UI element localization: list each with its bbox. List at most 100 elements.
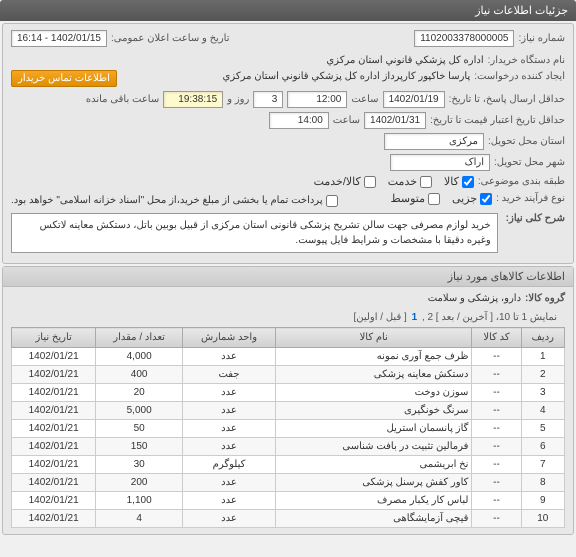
cell-name: گاز پانسمان استریل [276, 420, 472, 438]
cell-name: فرمالین تثبیت در بافت شناسی [276, 438, 472, 456]
cell-unit: عدد [182, 474, 275, 492]
cell-qty: 50 [96, 420, 183, 438]
buyer-org-value: اداره کل پزشکي قانوني استان مرکزي [326, 55, 483, 66]
cell-num: 7 [521, 456, 564, 474]
cell-date: 1402/01/21 [12, 420, 96, 438]
items-panel: اطلاعات کالاهای مورد نیاز گروه کالا: دار… [2, 266, 574, 535]
table-row: 6--فرمالین تثبیت در بافت شناسیعدد1501402… [12, 438, 565, 456]
announce-datetime-field: 1402/01/15 - 16:14 [11, 30, 107, 47]
need-number-field: 1102003378000005 [414, 30, 514, 47]
cell-num: 6 [521, 438, 564, 456]
purchase-type-label: نوع فرآیند خرید : [496, 193, 565, 204]
goods-service-label: کالا/خدمت [314, 175, 361, 188]
validity-label: حداقل تاریخ اعتبار قیمت تا تاریخ: [430, 115, 565, 126]
goods-checkbox[interactable] [462, 176, 474, 188]
summary-label: شرح کلی نیاز: [506, 213, 565, 224]
table-row: 1--ظرف جمع آوری نمونهعدد4,0001402/01/21 [12, 348, 565, 366]
validity-time-field: 14:00 [269, 112, 329, 129]
th-unit: واحد شمارش [182, 328, 275, 348]
city-field: اراک [390, 154, 490, 171]
cell-name: لباس کار یکبار مصرف [276, 492, 472, 510]
cell-code: -- [472, 474, 521, 492]
cell-num: 3 [521, 384, 564, 402]
table-row: 3--سوزن دوختعدد201402/01/21 [12, 384, 565, 402]
cell-date: 1402/01/21 [12, 456, 96, 474]
table-row: 4--سرنگ خونگیریعدد5,0001402/01/21 [12, 402, 565, 420]
cell-name: سرنگ خونگیری [276, 402, 472, 420]
partial-label: جزیی [452, 192, 477, 205]
cell-num: 10 [521, 510, 564, 528]
payment-note: پرداخت تمام یا بخشی از مبلغ خرید،از محل … [11, 195, 323, 206]
cell-unit: عدد [182, 348, 275, 366]
cell-num: 4 [521, 402, 564, 420]
cell-qty: 4,000 [96, 348, 183, 366]
cell-qty: 400 [96, 366, 183, 384]
cell-qty: 150 [96, 438, 183, 456]
table-row: 9--لباس کار یکبار مصرفعدد1,1001402/01/21 [12, 492, 565, 510]
contact-button[interactable]: اطلاعات تماس خریدار [11, 70, 117, 87]
validity-date-field: 1402/01/31 [364, 112, 426, 129]
th-row: ردیف [521, 328, 564, 348]
cell-num: 2 [521, 366, 564, 384]
payment-note-checkbox[interactable] [326, 195, 338, 207]
cell-qty: 30 [96, 456, 183, 474]
province-label: استان محل تحویل: [488, 136, 565, 147]
cell-qty: 20 [96, 384, 183, 402]
days-value-field: 3 [253, 91, 283, 108]
validity-time-label: ساعت [333, 115, 360, 126]
summary-box: خرید لوازم مصرفی جهت سالن تشریح پزشکی قا… [11, 213, 498, 253]
cell-name: نخ ابریشمی [276, 456, 472, 474]
cell-name: ظرف جمع آوری نمونه [276, 348, 472, 366]
cell-unit: عدد [182, 402, 275, 420]
remaining-time-field: 19:38:15 [163, 91, 223, 108]
cell-unit: جفت [182, 366, 275, 384]
cell-name: کاور کفش پرسنل پزشکی [276, 474, 472, 492]
deadline-label: حداقل ارسال پاسخ، تا تاریخ: [449, 94, 565, 105]
medium-checkbox[interactable] [428, 193, 440, 205]
cell-code: -- [472, 402, 521, 420]
cell-date: 1402/01/21 [12, 384, 96, 402]
cell-date: 1402/01/21 [12, 438, 96, 456]
th-qty: تعداد / مقدار [96, 328, 183, 348]
cell-name: قیچی آزمایشگاهی [276, 510, 472, 528]
partial-checkbox[interactable] [480, 193, 492, 205]
announce-datetime-label: تاریخ و ساعت اعلان عمومی: [111, 33, 230, 44]
cell-code: -- [472, 366, 521, 384]
th-name: نام کالا [276, 328, 472, 348]
table-row: 2--دستکش معاینه پزشکیجفت4001402/01/21 [12, 366, 565, 384]
pagination: نمایش 1 تا 10، [ آخرین / بعد ] 2 , 1 [ ق… [11, 308, 565, 327]
group-value: دارو، پزشکی و سلامت [428, 293, 521, 304]
cell-unit: عدد [182, 492, 275, 510]
cell-code: -- [472, 384, 521, 402]
cell-num: 8 [521, 474, 564, 492]
request-creator-value: پارسا خاکپور کارپرداز اداره کل پزشکي قان… [223, 71, 471, 82]
cell-date: 1402/01/21 [12, 510, 96, 528]
cell-unit: عدد [182, 420, 275, 438]
goods-service-checkbox[interactable] [364, 176, 376, 188]
buyer-org-label: نام دستگاه خریدار: [488, 55, 565, 66]
cell-num: 9 [521, 492, 564, 510]
service-checkbox[interactable] [420, 176, 432, 188]
cell-date: 1402/01/21 [12, 492, 96, 510]
page-1-link[interactable]: 1 [412, 312, 418, 323]
service-label: خدمت [388, 175, 417, 188]
cell-code: -- [472, 456, 521, 474]
goods-label: کالا [444, 175, 459, 188]
deadline-time-label: ساعت [351, 94, 378, 105]
cell-qty: 4 [96, 510, 183, 528]
deadline-date-field: 1402/01/19 [383, 91, 445, 108]
cell-code: -- [472, 348, 521, 366]
remaining-label: ساعت باقی مانده [86, 94, 159, 105]
page-header: جزئیات اطلاعات نیاز [0, 0, 576, 21]
cell-date: 1402/01/21 [12, 474, 96, 492]
cell-code: -- [472, 510, 521, 528]
cell-qty: 5,000 [96, 402, 183, 420]
cell-unit: عدد [182, 510, 275, 528]
cell-num: 5 [521, 420, 564, 438]
cell-code: -- [472, 492, 521, 510]
items-table: ردیف کد کالا نام کالا واحد شمارش تعداد /… [11, 327, 565, 528]
cell-unit: عدد [182, 438, 275, 456]
cell-date: 1402/01/21 [12, 366, 96, 384]
group-label: گروه کالا: [525, 293, 565, 304]
city-label: شهر محل تحویل: [494, 157, 565, 168]
